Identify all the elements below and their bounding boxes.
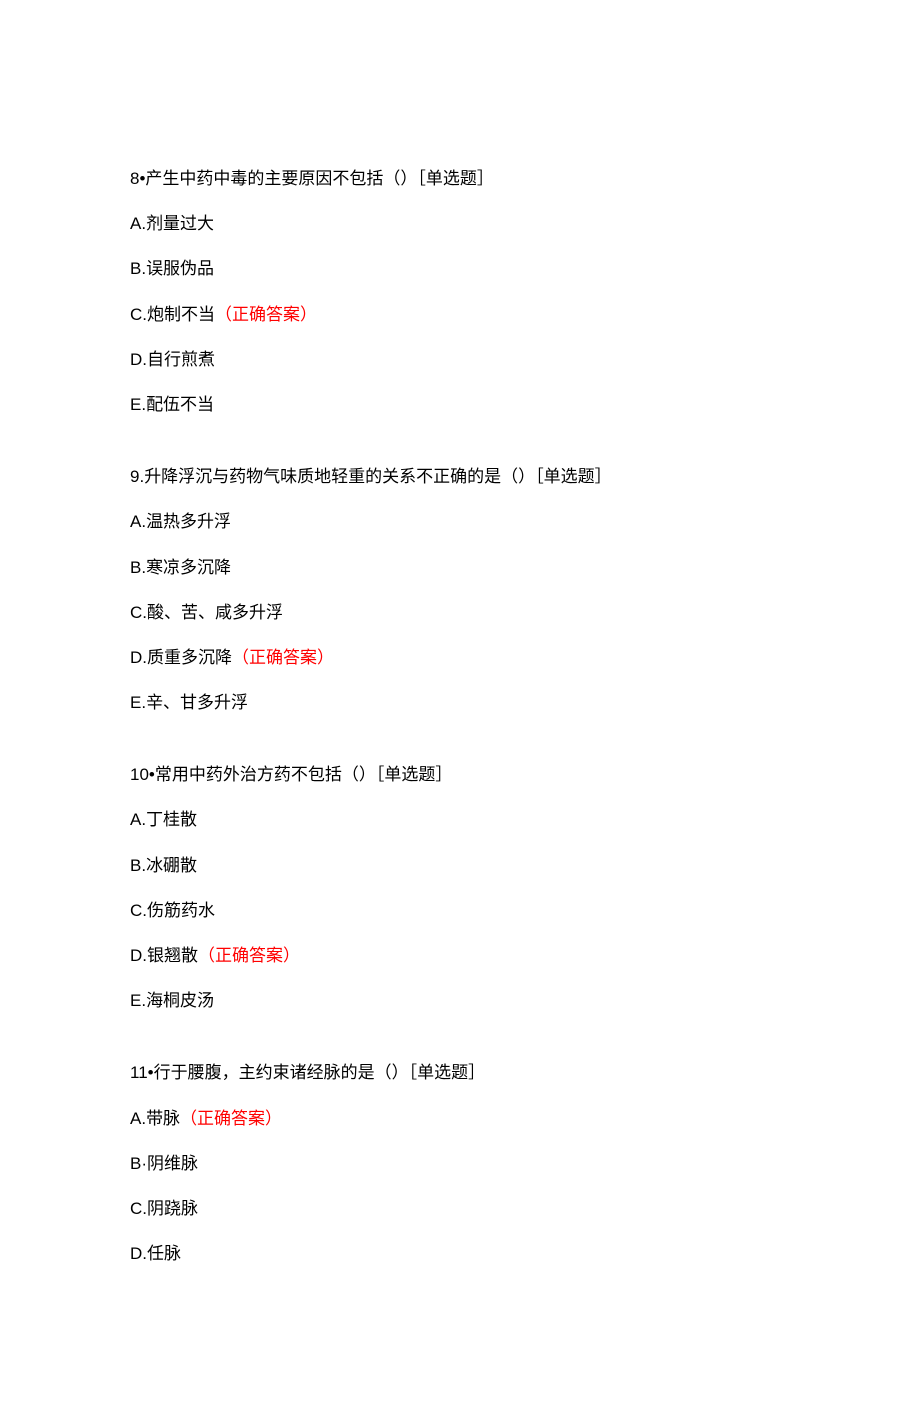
option-text: 伤筋药水 [147, 901, 215, 920]
option-letter: D. [130, 648, 147, 667]
option: D.任脉 [130, 1240, 790, 1267]
option-letter: C. [130, 305, 147, 324]
option-letter: A. [130, 512, 146, 531]
option-letter: D. [130, 946, 147, 965]
option: B.寒凉多沉降 [130, 554, 790, 581]
correct-answer-label: （正确答案） [215, 305, 317, 324]
question-number: 8• [130, 169, 145, 188]
question-type: ［单选题］ [535, 467, 612, 486]
option-text: 辛、甘多升浮 [146, 693, 248, 712]
option: A.温热多升浮 [130, 508, 790, 535]
option-letter: C. [130, 603, 147, 622]
correct-answer-label: （正确答案） [232, 648, 334, 667]
option: C.阴跷脉 [130, 1195, 790, 1222]
correct-answer-label: （正确答案） [180, 1109, 282, 1128]
option-letter: D. [130, 1244, 147, 1263]
option-letter: B· [130, 1154, 147, 1173]
option-text: 自行煎煮 [147, 350, 215, 369]
question-stem: 10•常用中药外治方药不包括（）［单选题］ [130, 761, 790, 788]
question-text: 产生中药中毒的主要原因不包括（） [145, 169, 417, 188]
question-type: ［单选题］ [417, 169, 494, 188]
option: C.炮制不当（正确答案） [130, 301, 790, 328]
option: E.海桐皮汤 [130, 987, 790, 1014]
question-number: 9. [130, 467, 144, 486]
option-text: 剂量过大 [146, 214, 214, 233]
option-letter: A. [130, 1109, 146, 1128]
option-letter: E. [130, 991, 146, 1010]
option: D.质重多沉降（正确答案） [130, 644, 790, 671]
option-text: 丁桂散 [146, 810, 197, 829]
option: E.配伍不当 [130, 391, 790, 418]
option-letter: A. [130, 214, 146, 233]
question-type: ［单选题］ [409, 1063, 486, 1082]
option: D.自行煎煮 [130, 346, 790, 373]
question-stem: 11•行于腰腹，主约束诸经脉的是（）［单选题］ [130, 1059, 790, 1086]
option: A.剂量过大 [130, 210, 790, 237]
option-letter: B. [130, 558, 146, 577]
option-text: 炮制不当 [147, 305, 215, 324]
option: D.银翘散（正确答案） [130, 942, 790, 969]
question-block: 9.升降浮沉与药物气味质地轻重的关系不正确的是（）［单选题］ A.温热多升浮 B.寒… [130, 463, 790, 716]
option: A.带脉（正确答案） [130, 1105, 790, 1132]
option-text: 温热多升浮 [146, 512, 231, 531]
option: B.冰硼散 [130, 852, 790, 879]
option: A.丁桂散 [130, 806, 790, 833]
correct-answer-label: （正确答案） [198, 946, 300, 965]
option: B·阴维脉 [130, 1150, 790, 1177]
option-text: 阴跷脉 [147, 1199, 198, 1218]
option-text: 寒凉多沉降 [146, 558, 231, 577]
option-letter: B. [130, 259, 146, 278]
option-text: 任脉 [147, 1244, 181, 1263]
option-text: 冰硼散 [146, 856, 197, 875]
question-number: 11• [130, 1063, 154, 1082]
option-letter: E. [130, 693, 146, 712]
option-letter: A. [130, 810, 146, 829]
option-text: 质重多沉降 [147, 648, 232, 667]
option-text: 带脉 [146, 1109, 180, 1128]
question-block: 10•常用中药外治方药不包括（）［单选题］ A.丁桂散 B.冰硼散 C.伤筋药水 D.银… [130, 761, 790, 1014]
question-text: 升降浮沉与药物气味质地轻重的关系不正确的是（） [144, 467, 535, 486]
option-letter: C. [130, 1199, 147, 1218]
question-stem: 9.升降浮沉与药物气味质地轻重的关系不正确的是（）［单选题］ [130, 463, 790, 490]
option-letter: E. [130, 395, 146, 414]
option: C.酸、苦、咸多升浮 [130, 599, 790, 626]
question-number: 10• [130, 765, 155, 784]
option: E.辛、甘多升浮 [130, 689, 790, 716]
option: B.误服伪品 [130, 255, 790, 282]
question-text: 行于腰腹，主约束诸经脉的是（） [154, 1063, 409, 1082]
option: C.伤筋药水 [130, 897, 790, 924]
option-text: 配伍不当 [146, 395, 214, 414]
exam-content: 8•产生中药中毒的主要原因不包括（）［单选题］A.剂量过大B.误服伪品C.炮制不… [130, 165, 790, 1267]
question-stem: 8•产生中药中毒的主要原因不包括（）［单选题］ [130, 165, 790, 192]
question-type: ［单选题］ [376, 765, 453, 784]
option-text: 海桐皮汤 [146, 991, 214, 1010]
question-text: 常用中药外治方药不包括（） [155, 765, 376, 784]
option-text: 误服伪品 [146, 259, 214, 278]
option-text: 阴维脉 [147, 1154, 198, 1173]
option-text: 酸、苦、咸多升浮 [147, 603, 283, 622]
question-block: 11•行于腰腹，主约束诸经脉的是（）［单选题］ A.带脉（正确答案） B·阴维脉 C.… [130, 1059, 790, 1267]
option-letter: C. [130, 901, 147, 920]
option-text: 银翘散 [147, 946, 198, 965]
option-letter: D. [130, 350, 147, 369]
option-letter: B. [130, 856, 146, 875]
question-block: 8•产生中药中毒的主要原因不包括（）［单选题］ A.剂量过大 B.误服伪品 C.炮制不… [130, 165, 790, 418]
